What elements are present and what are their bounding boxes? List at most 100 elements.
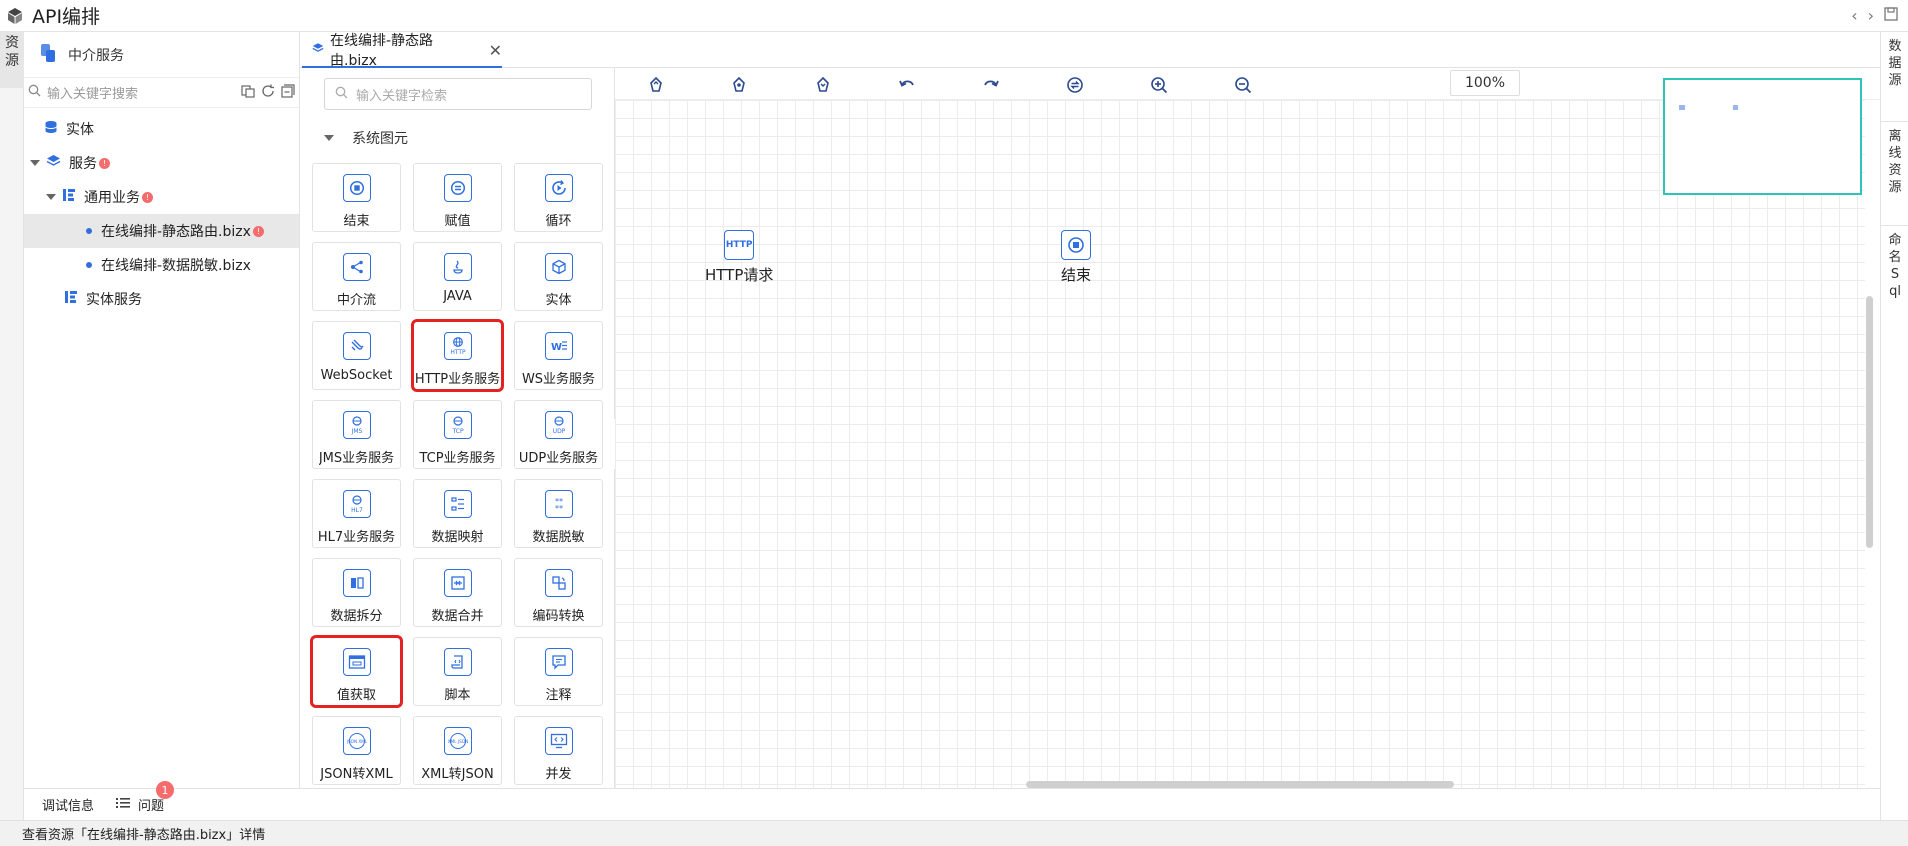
mapping-icon: [443, 490, 472, 518]
palette-item-websocket[interactable]: WebSocket: [312, 321, 401, 390]
tree-item-general-business[interactable]: 通用业务 !: [24, 180, 299, 214]
undo-icon[interactable]: [896, 74, 918, 96]
mask-icon: ** **: [544, 490, 573, 518]
palette-item-convert[interactable]: 编码转换: [514, 558, 603, 627]
flow-icon: [342, 253, 371, 281]
palette-search-input[interactable]: 输入关键字检索: [356, 85, 447, 104]
palette-item-label: TCP业务服务: [419, 451, 496, 466]
flow-canvas[interactable]: HTTP HTTP请求 结束: [615, 100, 1865, 788]
palette-item-flow[interactable]: 中介流: [312, 242, 401, 311]
align-center-icon[interactable]: [728, 74, 750, 96]
save-icon[interactable]: [1884, 6, 1898, 25]
zoom-level[interactable]: 100%: [1450, 70, 1520, 96]
http-globe-icon: HTTP: [443, 332, 472, 360]
align-top-icon[interactable]: [645, 74, 667, 96]
palette-item-java[interactable]: JAVA: [413, 242, 502, 311]
database-icon: [44, 120, 58, 138]
bottom-panel-bar: 调试信息 问题 1: [24, 781, 1880, 820]
palette-item-label: 循环: [545, 214, 572, 229]
node-label: HTTP请求: [705, 266, 774, 284]
layers-icon: [46, 154, 61, 172]
palette-item-xml-json[interactable]: XML JSON XML转JSON: [413, 716, 502, 785]
palette-item-ws[interactable]: W WS业务服务: [514, 321, 603, 390]
chevron-down-icon[interactable]: [46, 194, 56, 200]
swap-icon[interactable]: [1064, 74, 1086, 96]
mediation-service-icon: [38, 42, 58, 68]
tree-structure-icon: [62, 188, 76, 206]
stop-icon: [1061, 230, 1091, 260]
node-end[interactable]: 结束: [1061, 230, 1091, 285]
palette-item-jms[interactable]: JMS JMS业务服务: [312, 400, 401, 469]
palette-item-script[interactable]: 脚本: [413, 637, 502, 706]
palette-item-hl7[interactable]: HL7 HL7业务服务: [312, 479, 401, 548]
palette-item-label: 结束: [343, 214, 370, 229]
merge-icon: [443, 569, 472, 597]
debug-info-tab[interactable]: 调试信息: [42, 795, 94, 814]
palette-group-header[interactable]: 系统图元: [324, 128, 408, 148]
svg-text:HL7: HL7: [351, 507, 363, 514]
collapse-all-icon[interactable]: [281, 83, 295, 102]
nav-forward-icon[interactable]: ›: [1868, 6, 1874, 25]
tree-item-services[interactable]: 服务 !: [24, 146, 299, 180]
tab-static-routing[interactable]: 在线编排-静态路由.bizx ✕: [302, 33, 502, 69]
resource-search[interactable]: 输入关键字搜索: [24, 78, 299, 108]
palette-item-split[interactable]: 数据拆分: [312, 558, 401, 627]
concurrent-icon: [544, 727, 573, 755]
palette-item-cube[interactable]: 实体: [514, 242, 603, 311]
tree-item-label: 服务: [69, 156, 97, 172]
tree-item-data-masking[interactable]: 在线编排-数据脱敏.bizx: [24, 248, 299, 282]
palette-item-tcp[interactable]: TCP TCP业务服务: [413, 400, 502, 469]
palette-search[interactable]: 输入关键字检索: [324, 78, 592, 110]
issues-tab[interactable]: 问题 1: [116, 781, 175, 814]
tab-named-sql[interactable]: 命名Sql: [1881, 226, 1908, 326]
palette-item-comment[interactable]: 注释: [514, 637, 603, 706]
close-icon[interactable]: ✕: [489, 41, 502, 60]
zoom-in-icon[interactable]: [1148, 74, 1170, 96]
tab-resources[interactable]: 资源: [0, 32, 24, 88]
palette-item-http-globe[interactable]: HTTP HTTP业务服务: [411, 319, 504, 392]
palette-item-mask[interactable]: ** ** 数据脱敏: [514, 479, 603, 548]
tree-item-static-routing[interactable]: 在线编排-静态路由.bizx !: [24, 214, 299, 248]
zoom-out-icon[interactable]: [1232, 74, 1254, 96]
tree-item-entity-service[interactable]: 实体服务: [24, 282, 299, 316]
palette-item-udp[interactable]: UDP UDP业务服务: [514, 400, 603, 469]
tab-offline-resources[interactable]: 离线资源: [1881, 122, 1908, 226]
palette-item-label: JAVA: [443, 289, 472, 304]
list-icon: [116, 797, 131, 813]
minimap[interactable]: [1663, 78, 1862, 195]
palette-item-label: WS业务服务: [521, 372, 596, 387]
error-badge: !: [142, 191, 153, 203]
title-bar: API编排 ‹ ›: [0, 0, 1908, 32]
align-bottom-icon[interactable]: [812, 74, 834, 96]
resource-search-input[interactable]: 输入关键字搜索: [47, 83, 241, 102]
nav-back-icon[interactable]: ‹: [1851, 6, 1857, 25]
value-fetch-icon: [342, 648, 371, 676]
palette-item-mapping[interactable]: 数据映射: [413, 479, 502, 548]
svg-text:**: **: [555, 504, 563, 512]
websocket-icon: [342, 332, 371, 360]
cube-icon: [544, 253, 573, 281]
refresh-icon[interactable]: [261, 84, 275, 102]
palette-item-value-fetch[interactable]: 值获取: [310, 635, 403, 708]
tree-item-entity[interactable]: 实体: [24, 112, 299, 146]
bullet-icon: [86, 262, 92, 268]
node-http-request[interactable]: HTTP HTTP请求: [705, 230, 773, 285]
palette-item-loop[interactable]: 循环: [514, 163, 603, 232]
palette-item-stop[interactable]: 结束: [312, 163, 401, 232]
palette-item-label: 数据合并: [431, 609, 484, 624]
vertical-scrollbar[interactable]: [1866, 296, 1873, 548]
svg-text:UDP: UDP: [552, 428, 565, 435]
filter-icon[interactable]: [241, 84, 255, 102]
redo-icon[interactable]: [980, 74, 1002, 96]
horizontal-scrollbar[interactable]: [1026, 781, 1454, 788]
palette-item-merge[interactable]: 数据合并: [413, 558, 502, 627]
tab-datasource[interactable]: 数据源: [1881, 32, 1908, 122]
resource-panel-title: 中介服务: [68, 47, 124, 64]
issues-count-badge: 1: [156, 781, 175, 799]
palette-item-equals[interactable]: 赋值: [413, 163, 502, 232]
java-icon: [443, 253, 472, 281]
palette-item-concurrent[interactable]: 并发: [514, 716, 603, 785]
chevron-down-icon[interactable]: [324, 135, 334, 141]
palette-item-json-xml[interactable]: JSON XML JSON转XML: [312, 716, 401, 785]
chevron-down-icon[interactable]: [30, 160, 40, 166]
